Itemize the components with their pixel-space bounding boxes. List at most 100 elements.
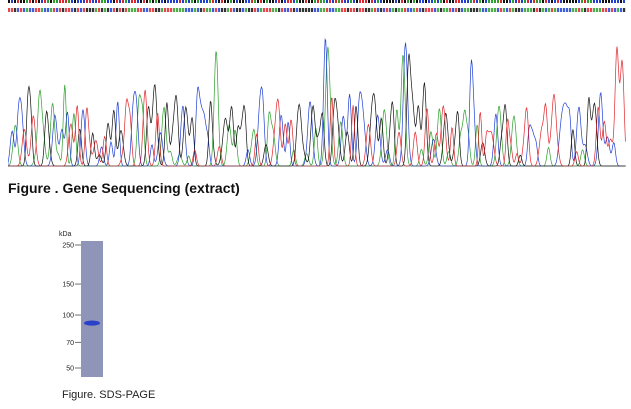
header-bar-segment (425, 0, 427, 3)
base-call-glyph (503, 8, 506, 12)
header-bar-segment (275, 0, 277, 3)
base-call-glyph (620, 8, 623, 12)
header-bar-segment (209, 0, 211, 3)
header-bar-segment (296, 0, 298, 3)
base-call-letters (8, 8, 626, 12)
base-call-glyph (542, 8, 545, 12)
header-bar-segment (107, 0, 109, 3)
base-call-glyph (233, 8, 236, 12)
marker-label: 250 (62, 243, 74, 250)
header-bar-segment (65, 0, 67, 3)
gel-lane (81, 241, 103, 377)
base-call-glyph (140, 8, 143, 12)
base-call-glyph (74, 8, 77, 12)
header-bar-segment (233, 0, 235, 3)
base-call-glyph (482, 8, 485, 12)
header-bar-segment (344, 0, 346, 3)
base-call-glyph (512, 8, 515, 12)
base-call-glyph (137, 8, 140, 12)
base-call-glyph (458, 8, 461, 12)
header-bar-segment (518, 0, 520, 3)
base-call-glyph (461, 8, 464, 12)
header-bar-segment (44, 0, 46, 3)
base-call-glyph (32, 8, 35, 12)
header-bar-segment (482, 0, 484, 3)
gel-figure-caption: Figure. SDS-PAGE (62, 389, 156, 401)
header-bar-segment (290, 0, 292, 3)
header-bar-segment (230, 0, 232, 3)
base-call-glyph (446, 8, 449, 12)
header-bar-segment (431, 0, 433, 3)
base-call-glyph (335, 8, 338, 12)
header-bar-segment (32, 0, 34, 3)
header-bar-segment (191, 0, 193, 3)
header-bar-segment (554, 0, 556, 3)
header-bar-segment (41, 0, 43, 3)
base-call-glyph (365, 8, 368, 12)
base-call-glyph (407, 8, 410, 12)
base-call-glyph (392, 8, 395, 12)
base-call-glyph (404, 8, 407, 12)
base-call-glyph (65, 8, 68, 12)
base-call-glyph (38, 8, 41, 12)
base-call-glyph (338, 8, 341, 12)
base-call-glyph (545, 8, 548, 12)
base-call-glyph (344, 8, 347, 12)
header-bar-segment (419, 0, 421, 3)
base-call-glyph (251, 8, 254, 12)
header-bar-segment (38, 0, 40, 3)
header-bar-segment (608, 0, 610, 3)
trace-C (8, 38, 626, 167)
base-call-glyph (29, 8, 32, 12)
header-bar-segment (68, 0, 70, 3)
header-bar-segment (494, 0, 496, 3)
header-bar-segment (578, 0, 580, 3)
header-bar-segment (194, 0, 196, 3)
base-call-glyph (254, 8, 257, 12)
base-call-glyph (575, 8, 578, 12)
header-bar-segment (110, 0, 112, 3)
base-call-glyph (350, 8, 353, 12)
header-bar-segment (200, 0, 202, 3)
header-bar-segment (590, 0, 592, 3)
base-call-glyph (593, 8, 596, 12)
header-bar-segment (611, 0, 613, 3)
base-call-glyph (59, 8, 62, 12)
header-bar-segment (476, 0, 478, 3)
header-bar-segment (89, 0, 91, 3)
base-call-glyph (296, 8, 299, 12)
base-call-glyph (113, 8, 116, 12)
base-call-glyph (218, 8, 221, 12)
header-bar-segment (149, 0, 151, 3)
base-call-glyph (146, 8, 149, 12)
base-call-glyph (56, 8, 59, 12)
base-call-glyph (236, 8, 239, 12)
base-call-glyph (101, 8, 104, 12)
base-call-glyph (440, 8, 443, 12)
base-call-glyph (515, 8, 518, 12)
header-bar-segment (59, 0, 61, 3)
base-call-glyph (134, 8, 137, 12)
base-call-glyph (239, 8, 242, 12)
header-bar-segment (614, 0, 616, 3)
header-bar-segment (293, 0, 295, 3)
base-call-glyph (98, 8, 101, 12)
base-call-glyph (263, 8, 266, 12)
base-call-glyph (143, 8, 146, 12)
base-call-glyph (35, 8, 38, 12)
base-call-glyph (131, 8, 134, 12)
header-bar-segment (371, 0, 373, 3)
header-bar-segment (248, 0, 250, 3)
header-bar-segment (29, 0, 31, 3)
base-call-glyph (551, 8, 554, 12)
header-bar-segment (125, 0, 127, 3)
base-call-glyph (596, 8, 599, 12)
base-call-glyph (413, 8, 416, 12)
header-bar-segment (437, 0, 439, 3)
header-bar-segment (596, 0, 598, 3)
header-bar-segment (329, 0, 331, 3)
base-call-glyph (206, 8, 209, 12)
base-call-glyph (197, 8, 200, 12)
base-call-glyph (587, 8, 590, 12)
base-call-glyph (386, 8, 389, 12)
